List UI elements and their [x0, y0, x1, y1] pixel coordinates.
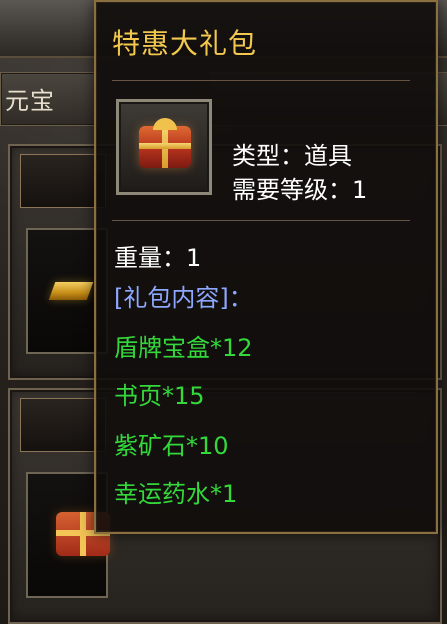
tooltip-item-slot	[116, 99, 212, 195]
currency-tab[interactable]: 元宝	[0, 72, 98, 126]
gift-bow-icon	[153, 118, 177, 130]
contents-item: 幸运药水*1	[114, 480, 238, 508]
gift-box-icon	[139, 118, 191, 168]
contents-item: 盾牌宝盒*12	[114, 334, 253, 362]
tooltip-title: 特惠大礼包	[112, 27, 258, 60]
game-shop-scene: 元宝 特惠大礼包 类型：道具 需要等级：1 重量：1 [礼包内容]： 盾牌宝盒*…	[0, 0, 447, 624]
item-tooltip: 特惠大礼包 类型：道具 需要等级：1 重量：1 [礼包内容]： 盾牌宝盒*12 …	[94, 0, 438, 534]
weight-text: 重量：1	[114, 244, 202, 272]
contents-item: 书页*15	[114, 382, 205, 410]
contents-item: 紫矿石*10	[114, 432, 229, 460]
required-level-text: 需要等级：1	[232, 176, 368, 204]
contents-header: [礼包内容]：	[114, 284, 253, 312]
tooltip-divider	[112, 80, 410, 81]
item-type-text: 类型：道具	[232, 142, 352, 170]
tooltip-divider	[112, 220, 410, 221]
gold-bar-icon	[48, 282, 94, 300]
currency-tab-label: 元宝	[5, 87, 55, 115]
